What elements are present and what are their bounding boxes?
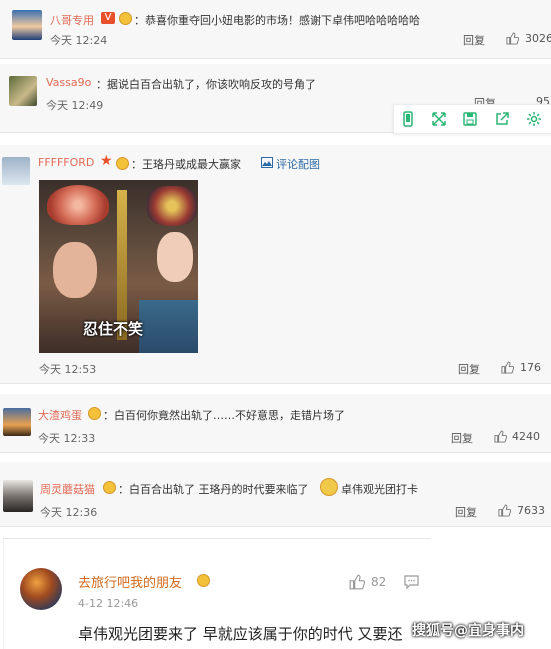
thumb-up-icon[interactable] <box>494 430 507 443</box>
username[interactable]: 去旅行吧我的朋友 <box>78 572 182 591</box>
avatar[interactable] <box>9 76 37 106</box>
like-count: 4240 <box>512 430 540 443</box>
comment-4: 大渣鸡蛋 ：白百何你竟然出轨了……不好意思，走错片场了 今天 12:33 回复 … <box>0 394 551 453</box>
timestamp: 今天 12:49 <box>46 99 104 112</box>
emoji-face-icon <box>119 12 132 25</box>
robe-right <box>139 300 198 353</box>
watermark: 搜狐号@宜身事内 <box>412 623 524 639</box>
phone-icon[interactable] <box>400 111 416 127</box>
avatar[interactable] <box>20 568 62 610</box>
reply-button[interactable]: 回复 <box>463 32 485 48</box>
avatar[interactable] <box>3 408 31 436</box>
thumb-up-icon[interactable] <box>501 361 514 374</box>
comment-text: ：据说白百合出轨了，你该吹响反攻的号角了 <box>96 78 316 91</box>
expand-icon[interactable] <box>431 111 447 127</box>
emoji-face-icon <box>88 407 101 420</box>
image-toolbar <box>393 104 551 134</box>
timestamp: 今天 12:53 <box>39 363 97 376</box>
card-text: 卓伟观光团要来了 早就应该属于你的时代 又要还 <box>78 625 403 643</box>
username[interactable]: 八哥专用 <box>50 12 94 28</box>
username[interactable]: FFFFFORD <box>38 156 94 169</box>
share-icon[interactable] <box>494 111 510 127</box>
emoji-face-icon <box>197 574 210 587</box>
like-count: 7633 <box>517 504 545 517</box>
comment-text-tail: 卓伟观光团打卡 <box>341 483 418 496</box>
face-left <box>53 242 97 298</box>
view-image-link[interactable]: 评论配图 <box>276 156 320 172</box>
like-count: 3026 <box>525 32 551 45</box>
avatar[interactable] <box>3 480 33 512</box>
comment-5: 周灵蘑菇猫 ：白百合出轨了 王珞丹的时代要来临了 卓伟观光团打卡 今天 12:3… <box>0 462 551 527</box>
timestamp: 今天 12:24 <box>50 34 108 47</box>
image-icon <box>261 157 273 168</box>
comment-image[interactable]: 忍住不笑 <box>39 180 198 353</box>
avatar[interactable] <box>2 157 30 185</box>
face-right <box>157 232 193 282</box>
image-caption: 忍住不笑 <box>83 320 144 338</box>
headdress-left <box>47 185 109 225</box>
comment-3: FFFFFORD ★ ：王珞丹或成最大赢家 评论配图 忍住不笑 今天 12:53… <box>0 145 551 384</box>
reply-button[interactable]: 回复 <box>458 361 480 377</box>
like-count: 176 <box>520 361 541 374</box>
emoji-face-icon <box>116 157 129 170</box>
username[interactable]: 大渣鸡蛋 <box>38 407 82 423</box>
thumb-up-icon[interactable] <box>349 574 365 590</box>
comment-text: ：恭喜你重夺回小妞电影的市场！感谢下卓伟吧哈哈哈哈哈 <box>134 14 420 27</box>
card-date: 4-12 12:46 <box>78 597 139 610</box>
star-badge-icon: ★ <box>100 153 113 169</box>
avatar[interactable] <box>12 10 42 40</box>
doge-emoji-icon <box>320 478 338 496</box>
like-count: 82 <box>371 575 387 589</box>
comment-1: 八哥专用 V ：恭喜你重夺回小妞电影的市场！感谢下卓伟吧哈哈哈哈哈 今天 12:… <box>0 0 551 59</box>
comment-text: ：王珞丹或成最大赢家 <box>131 158 241 171</box>
headdress-right <box>147 186 197 226</box>
thumb-up-icon[interactable] <box>498 504 511 517</box>
mobile-comment-card: 去旅行吧我的朋友 4-12 12:46 82 卓伟观光团要来了 早就应该属于你的… <box>3 538 431 649</box>
comment-text: ：白百合出轨了 王珞丹的时代要来临了 <box>118 483 309 496</box>
username[interactable]: 周灵蘑菇猫 <box>40 481 95 497</box>
thumb-up-icon[interactable] <box>506 32 519 45</box>
gear-icon[interactable] <box>526 111 542 127</box>
save-icon[interactable] <box>462 111 478 127</box>
timestamp: 今天 12:36 <box>40 506 98 519</box>
reply-button[interactable]: 回复 <box>455 504 477 520</box>
timestamp: 今天 12:33 <box>38 432 96 445</box>
vip-badge-icon: V <box>101 12 115 24</box>
username[interactable]: Vassa9o <box>46 76 91 89</box>
reply-button[interactable]: 回复 <box>451 430 473 446</box>
comment-text: ：白百何你竟然出轨了……不好意思，走错片场了 <box>103 409 345 422</box>
comment-icon[interactable] <box>404 575 419 589</box>
emoji-face-icon <box>103 481 116 494</box>
